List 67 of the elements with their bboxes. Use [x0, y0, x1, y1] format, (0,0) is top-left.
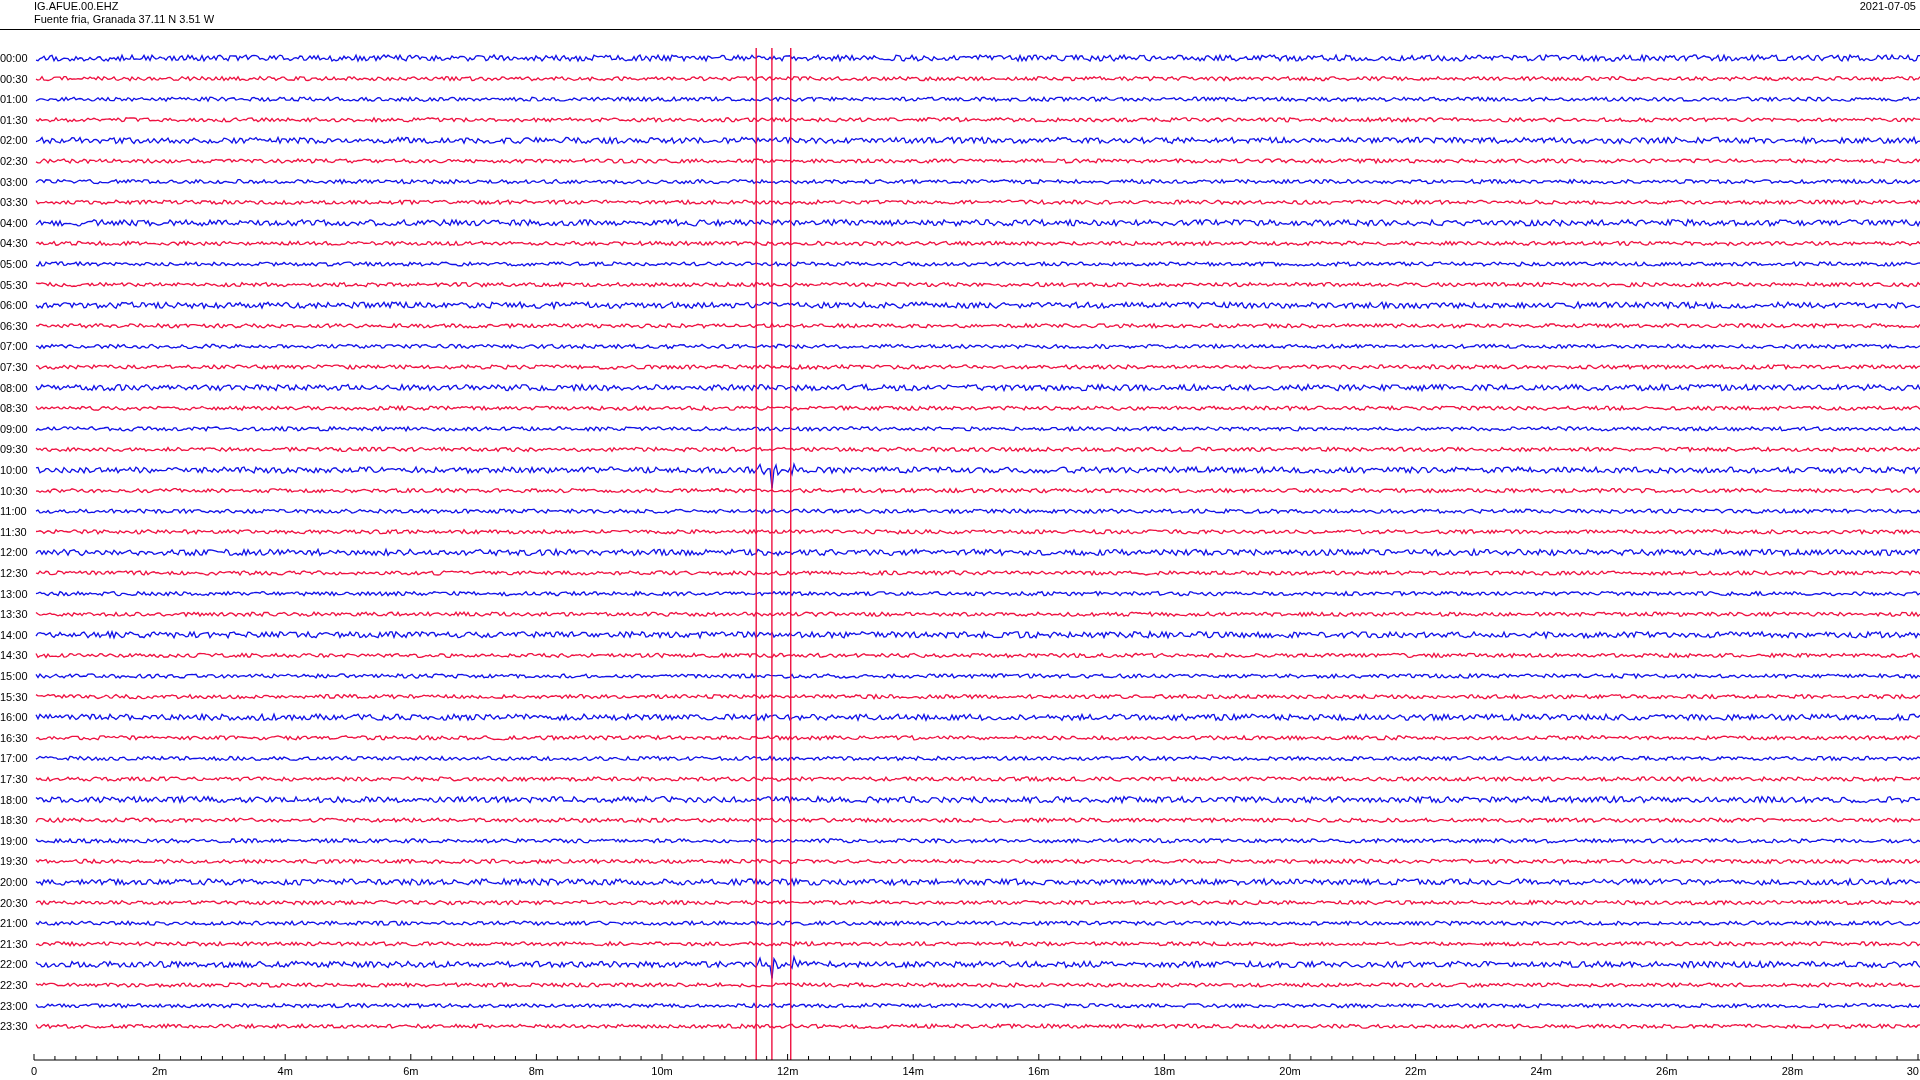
hour-label: 02:00 — [0, 134, 28, 147]
tick-label: 24m — [1530, 1065, 1552, 1077]
tick-label: 4m — [277, 1065, 293, 1077]
tick-label: 28m — [1781, 1065, 1804, 1077]
hour-label: 23:00 — [0, 999, 28, 1012]
tick-label: 8m — [528, 1065, 545, 1077]
hour-label: 03:00 — [0, 175, 28, 188]
hour-label: 01:00 — [0, 93, 28, 106]
tick-label: 16m — [1028, 1065, 1050, 1077]
hour-label: 19:00 — [0, 834, 28, 847]
hour-label: 21:30 — [0, 937, 28, 950]
tick-label: 18m — [1153, 1065, 1176, 1077]
tick-label: 26m — [1656, 1065, 1678, 1077]
hour-label: 18:00 — [0, 793, 28, 806]
station-location: Fuente fria, Granada 37.11 N 3.51 W — [34, 13, 215, 26]
hour-label: 19:30 — [0, 855, 28, 868]
hour-label: 13:00 — [0, 587, 28, 600]
tick-label: 10m — [651, 1065, 673, 1077]
hour-label: 02:30 — [0, 155, 28, 167]
hour-label: 01:30 — [0, 113, 28, 126]
hour-label: 07:30 — [0, 361, 28, 373]
hour-label: 00:30 — [0, 72, 28, 85]
hour-label: 05:00 — [0, 258, 28, 270]
hour-label: 09:30 — [0, 443, 28, 456]
tick-label: 14m — [902, 1065, 924, 1077]
hour-label: 04:00 — [0, 216, 28, 229]
tick-label: 0 — [30, 1065, 38, 1077]
hour-label: 00:00 — [0, 52, 28, 64]
hour-label: 16:30 — [0, 731, 28, 744]
hour-label: 20:30 — [0, 896, 28, 909]
hour-label: 05:30 — [0, 278, 28, 291]
hour-label: 12:00 — [0, 546, 28, 559]
tick-label: 12m — [776, 1065, 799, 1077]
hour-label: 23:30 — [0, 1020, 28, 1033]
hour-label: 22:00 — [0, 958, 28, 971]
hour-label: 09:00 — [0, 422, 28, 435]
hour-label: 14:00 — [0, 628, 28, 641]
hour-label: 12:30 — [0, 567, 28, 579]
hour-label: 20:00 — [0, 876, 28, 888]
hour-label: 06:00 — [0, 299, 28, 312]
hour-label: 04:30 — [0, 237, 28, 250]
tick-label: 6m — [403, 1065, 419, 1077]
hour-label: 06:30 — [0, 319, 28, 332]
hour-label: 15:00 — [0, 670, 28, 682]
hour-label: 08:30 — [0, 402, 28, 415]
tick-label: 2m — [151, 1065, 168, 1077]
hour-label: 22:30 — [0, 979, 28, 991]
hour-label: 15:30 — [0, 690, 28, 703]
hour-label: 08:00 — [0, 381, 28, 394]
tick-label: 22m — [1404, 1065, 1427, 1077]
hour-label: 13:30 — [0, 608, 28, 621]
tick-label: 20m — [1279, 1065, 1301, 1077]
hour-label: 17:30 — [0, 773, 28, 785]
hour-label: 17:00 — [0, 752, 28, 765]
tick-label: 30 — [1906, 1065, 1919, 1077]
hour-label: 07:00 — [0, 340, 28, 353]
hour-label: 16:00 — [0, 711, 28, 724]
hour-label: 21:00 — [0, 917, 28, 930]
plot-date: 2021-07-05 — [1859, 0, 1916, 13]
hour-label: 03:30 — [0, 196, 28, 209]
hour-label: 14:30 — [0, 649, 28, 662]
hour-label: 18:30 — [0, 814, 28, 827]
station-code: IG.AFUE.00.EHZ — [34, 0, 120, 13]
hour-label: 10:00 — [0, 464, 28, 476]
hour-label: 11:00 — [0, 505, 27, 518]
hour-label: 10:30 — [0, 484, 28, 497]
hour-label: 11:30 — [0, 525, 27, 538]
